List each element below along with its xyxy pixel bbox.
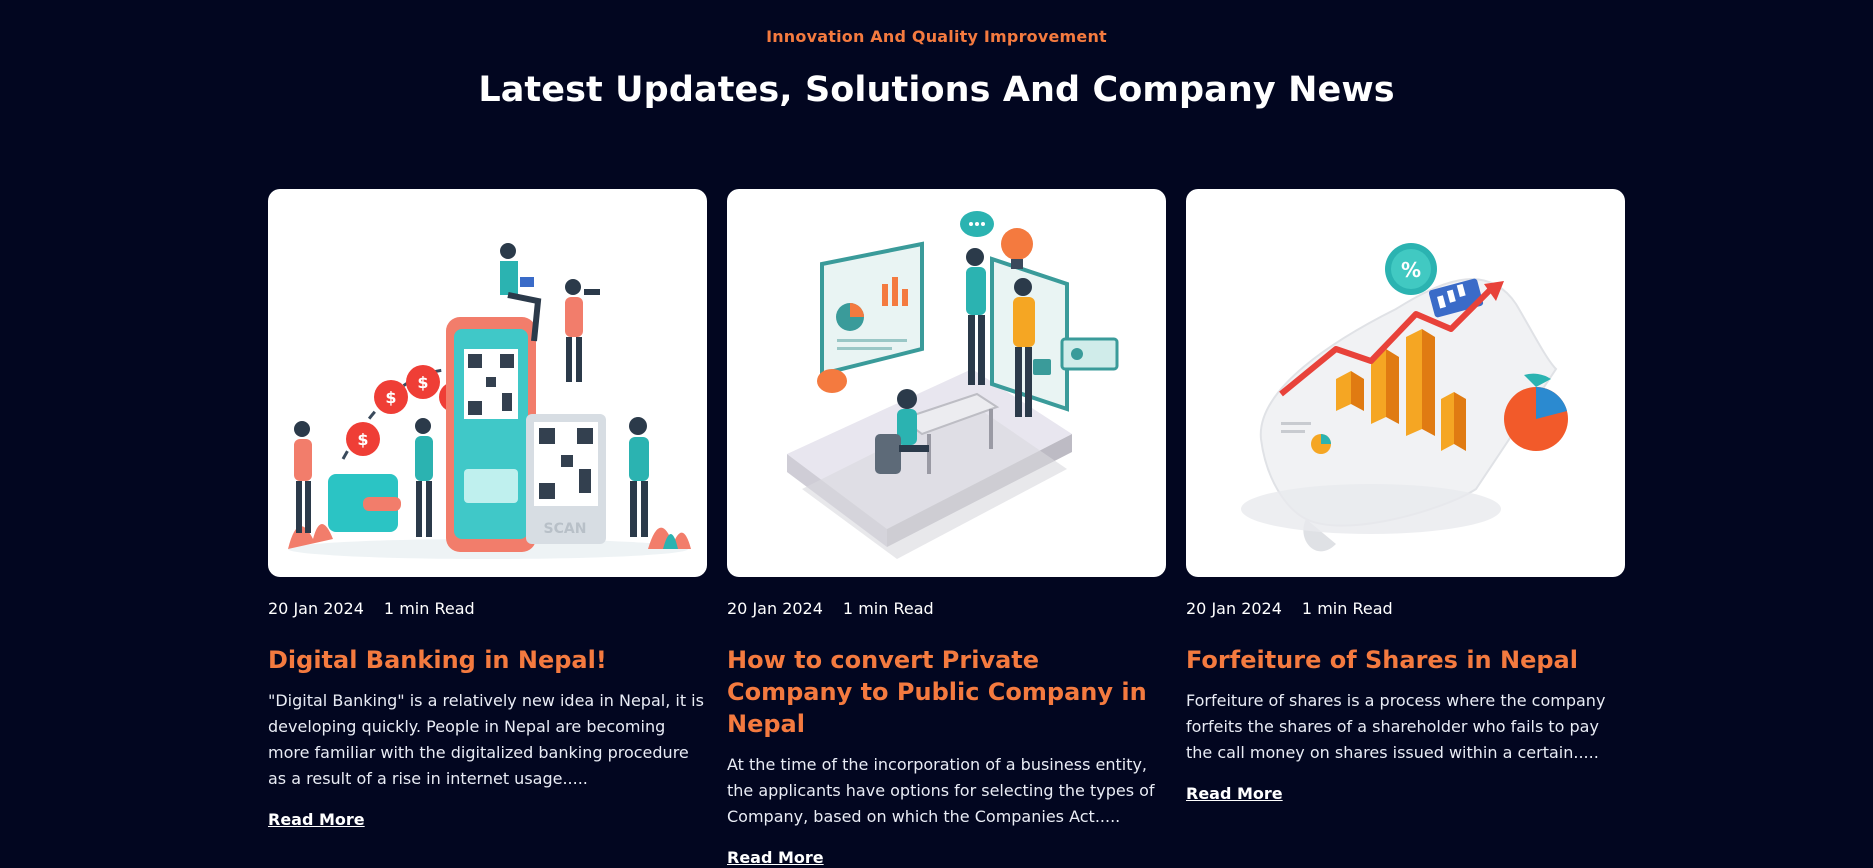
- post-title[interactable]: Digital Banking in Nepal!: [268, 644, 707, 676]
- post-meta: 20 Jan 2024 1 min Read: [1186, 599, 1625, 618]
- news-card: 20 Jan 2024 1 min Read How to convert Pr…: [727, 189, 1166, 867]
- section-eyebrow: Innovation And Quality Improvement: [766, 27, 1107, 46]
- svg-text:$: $: [417, 373, 428, 392]
- post-read-time: 1 min Read: [842, 599, 934, 618]
- post-meta: 20 Jan 2024 1 min Read: [268, 599, 707, 618]
- read-more-link[interactable]: Read More: [268, 810, 365, 829]
- financial-growth-icon: %: [1241, 243, 1568, 552]
- post-date: 20 Jan 2024: [727, 599, 823, 618]
- svg-text:$: $: [385, 388, 396, 407]
- svg-text:$: $: [357, 430, 368, 449]
- post-title[interactable]: How to convert Private Company to Public…: [727, 644, 1166, 740]
- news-card: % 20 Jan 2024 1 min Read Forfeiture of S…: [1186, 189, 1625, 867]
- section-title: Latest Updates, Solutions And Company Ne…: [478, 70, 1395, 110]
- news-card-list: $ $ $ $ $: [268, 189, 1625, 867]
- post-read-time: 1 min Read: [383, 599, 475, 618]
- digital-banking-illustration[interactable]: $ $ $ $ $: [268, 189, 707, 577]
- post-title[interactable]: Forfeiture of Shares in Nepal: [1186, 644, 1625, 676]
- post-excerpt: At the time of the incorporation of a bu…: [727, 755, 1155, 826]
- read-more-link[interactable]: Read More: [727, 848, 824, 867]
- financial-growth-illustration[interactable]: %: [1186, 189, 1625, 577]
- post-date: 20 Jan 2024: [268, 599, 364, 618]
- digital-banking-icon: $ $ $ $ $: [288, 243, 691, 559]
- post-read-time: 1 min Read: [1301, 599, 1393, 618]
- read-more-link[interactable]: Read More: [1186, 784, 1283, 803]
- post-date: 20 Jan 2024: [1186, 599, 1282, 618]
- post-excerpt: Forfeiture of shares is a process where …: [1186, 691, 1606, 762]
- office-meeting-illustration[interactable]: [727, 189, 1166, 577]
- office-meeting-icon: [787, 211, 1119, 559]
- post-excerpt: "Digital Banking" is a relatively new id…: [268, 691, 704, 788]
- post-meta: 20 Jan 2024 1 min Read: [727, 599, 1166, 618]
- scan-label: SCAN: [544, 521, 587, 537]
- news-card: $ $ $ $ $: [268, 189, 707, 867]
- percent-label: %: [1401, 258, 1421, 282]
